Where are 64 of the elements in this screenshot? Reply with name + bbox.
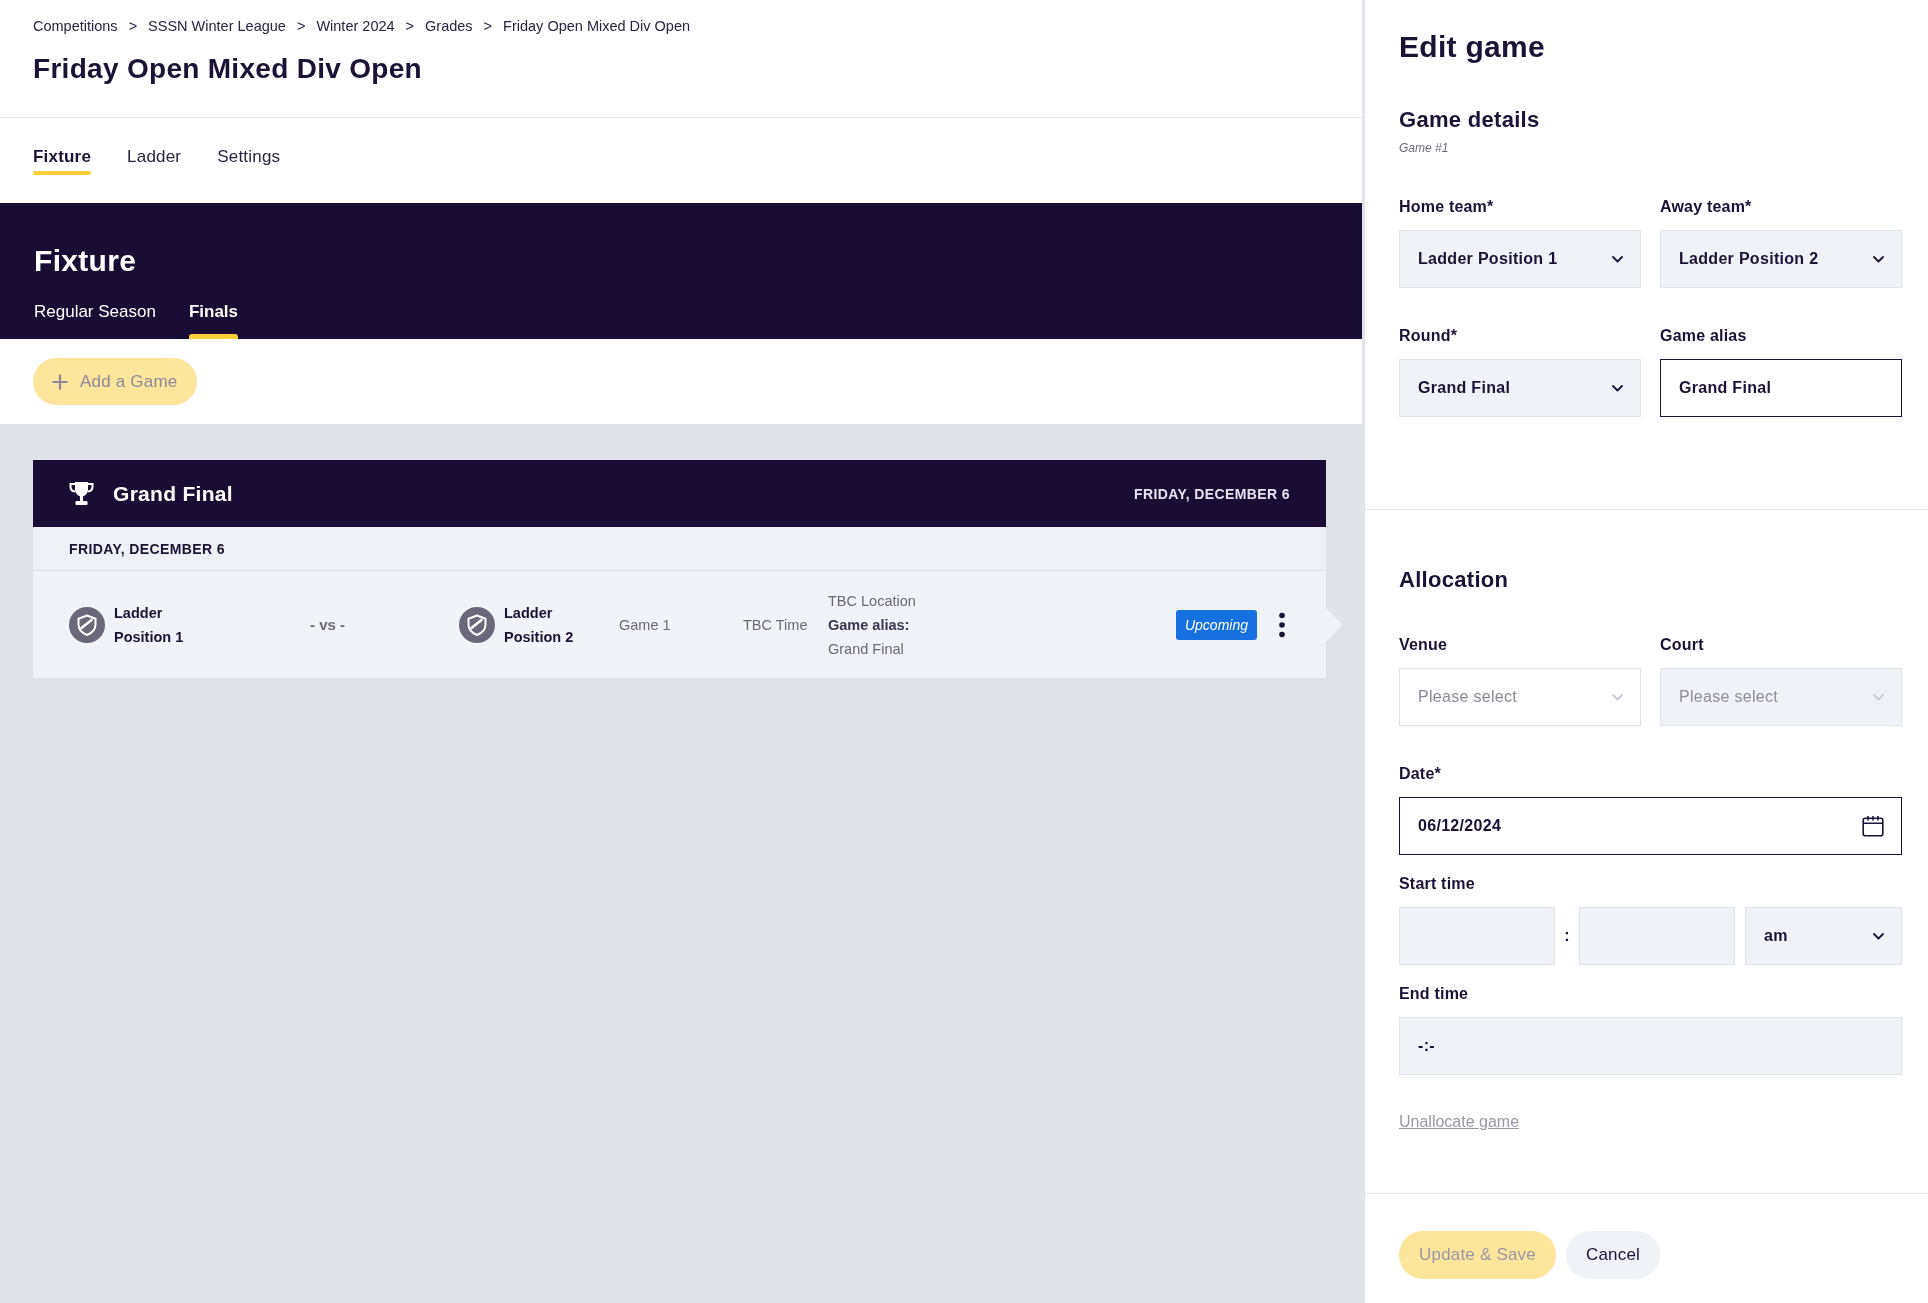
- trophy-icon: [68, 481, 95, 506]
- game-time: TBC Time: [743, 616, 808, 633]
- breadcrumb-link[interactable]: Competitions: [33, 16, 118, 36]
- breadcrumb-separator: >: [128, 17, 138, 36]
- chevron-down-icon: [1612, 384, 1623, 392]
- tab[interactable]: Finals: [188, 301, 239, 339]
- round-date: FRIDAY, DECEMBER 6: [1133, 485, 1290, 502]
- breadcrumb-current: Friday Open Mixed Div Open: [503, 17, 691, 36]
- field-label: Game alias: [1660, 326, 1748, 346]
- shield-icon: [69, 606, 105, 643]
- field-label: End time: [1399, 984, 1470, 1004]
- field-label: Round*: [1399, 326, 1459, 346]
- chevron-down-icon: [1612, 255, 1623, 263]
- game-date: FRIDAY, DECEMBER 6: [69, 540, 226, 557]
- tab[interactable]: Regular Season: [34, 301, 156, 339]
- text-field[interactable]: Grand Final: [1660, 359, 1902, 417]
- time-separator: :: [1563, 927, 1571, 945]
- field-label: Date*: [1399, 764, 1442, 784]
- breadcrumb-link[interactable]: Winter 2024: [316, 16, 395, 36]
- shield-icon: [459, 606, 495, 643]
- field-label: Home team*: [1399, 197, 1495, 217]
- section-subtitle: Game #1: [1399, 140, 1450, 156]
- alias-label: Game alias:: [828, 615, 910, 635]
- select-field[interactable]: Grand Final: [1399, 359, 1641, 417]
- status-badge: Upcoming: [1175, 609, 1257, 640]
- tab[interactable]: Settings: [217, 146, 281, 175]
- tab[interactable]: Fixture: [33, 146, 92, 175]
- team-name: Ladder Position 2: [504, 603, 575, 647]
- alias-value: Grand Final: [828, 639, 904, 659]
- select-field[interactable]: Ladder Position 2: [1660, 230, 1902, 288]
- chevron-down-icon: [1873, 693, 1884, 701]
- breadcrumb-link[interactable]: Grades: [425, 16, 473, 36]
- field-label: Away team*: [1660, 197, 1753, 217]
- field-label: Court: [1660, 635, 1705, 655]
- versus-text: - vs -: [310, 616, 345, 633]
- tab[interactable]: Ladder: [127, 146, 182, 175]
- team-name: Ladder Position 1: [114, 603, 185, 647]
- minute-field[interactable]: [1579, 907, 1735, 965]
- section-title: Fixture: [34, 243, 137, 279]
- game-number: Game 1: [619, 616, 671, 633]
- select-field[interactable]: Ladder Position 1: [1399, 230, 1641, 288]
- select-field[interactable]: Please select: [1399, 668, 1641, 726]
- breadcrumb-link[interactable]: SSSN Winter League: [148, 16, 286, 36]
- field-label: Start time: [1399, 874, 1476, 894]
- period-select[interactable]: am: [1745, 907, 1902, 965]
- hour-field[interactable]: [1399, 907, 1555, 965]
- more-menu-icon[interactable]: [1278, 611, 1286, 638]
- breadcrumb-separator: >: [405, 17, 415, 36]
- plus-icon: [52, 373, 68, 390]
- page-title: Friday Open Mixed Div Open: [33, 52, 422, 86]
- section-heading: Game details: [1399, 106, 1541, 134]
- cancel-button[interactable]: Cancel: [1565, 1231, 1661, 1279]
- round-title: Grand Final: [113, 481, 233, 506]
- breadcrumb-separator: >: [296, 17, 306, 36]
- chevron-down-icon: [1873, 932, 1884, 940]
- breadcrumb-separator: >: [483, 17, 493, 36]
- section-heading: Allocation: [1399, 566, 1510, 594]
- calendar-icon[interactable]: [1862, 815, 1884, 837]
- field-label: Venue: [1399, 635, 1449, 655]
- chevron-down-icon: [1873, 255, 1884, 263]
- date-field[interactable]: 06/12/2024: [1399, 797, 1902, 855]
- game-location: TBC Location: [828, 591, 916, 611]
- panel-title: Edit game: [1399, 29, 1546, 65]
- chevron-down-icon: [1612, 693, 1623, 701]
